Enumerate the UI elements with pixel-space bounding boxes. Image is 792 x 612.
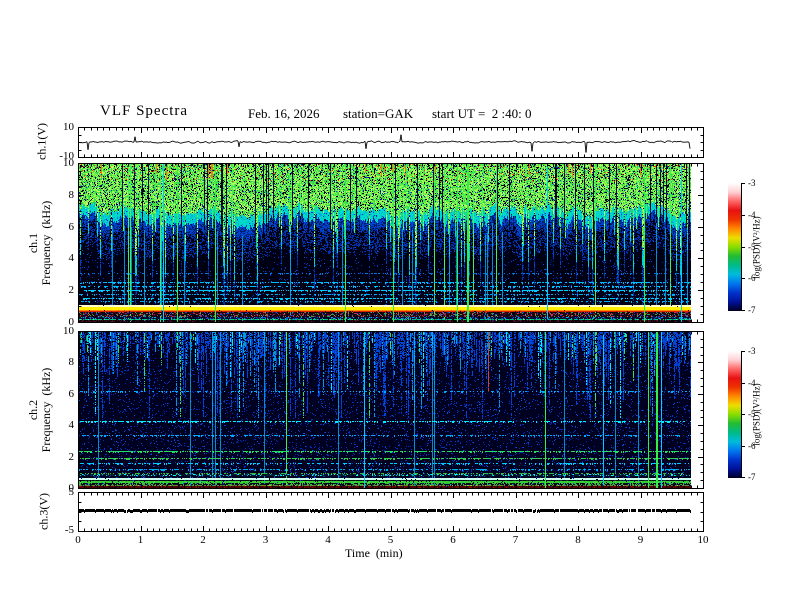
colorbar-tick-label: -4 [748,377,756,388]
ch2-spectrogram-canvas [78,331,704,489]
colorbar-tick-label: -4 [748,209,756,220]
colorbar-tick [741,246,745,248]
x-tick-label: 7 [512,534,519,546]
colorbar-tick [741,445,745,447]
colorbar-tick-label: -5 [748,409,756,419]
x-tick-label: 4 [325,534,331,546]
y-tick-label: 0 [68,482,75,494]
colorbar-tick [741,477,745,478]
ch3-waveform-canvas [78,492,704,532]
y-tick-label: 10 [63,325,74,337]
colorbar-tick [741,214,745,216]
y-tick-label: 4 [68,419,75,432]
ch2-label: ch.2 [26,399,40,421]
colorbar-ch2 [728,351,742,478]
x-tick-label: 5 [387,534,394,546]
colorbar-tick [741,414,745,415]
ch1-waveform-canvas [78,127,704,158]
y-tick-label: 10 [63,157,74,169]
colorbar-tick [741,183,745,184]
ch1-label: ch.1 [26,232,40,254]
y-tick-label: 2 [68,284,75,297]
y-tick-label: 6 [68,220,75,233]
ch1-spec-ylabel: ch.1 Frequency (kHz) [26,163,53,323]
colorbar-tick-label: -6 [748,273,756,284]
colorbar-tick [741,310,745,311]
colorbar-tick [741,351,745,352]
x-tick-label: 9 [637,534,644,546]
y-tick-label: 2 [68,450,75,463]
figure-title: VLF Spectra [100,103,189,119]
colorbar-tick-label: -3 [748,178,756,188]
colorbar-tick-label: -7 [748,472,756,482]
y-tick-label: 6 [68,387,75,400]
y-tick-label: 8 [68,356,75,369]
ch3-wave-ylabel: ch.3(V) [36,493,51,530]
colorbar-tick [741,382,745,384]
x-tick-label: 3 [262,534,269,546]
x-tick-label: 1 [137,534,144,546]
y-tick-label: 8 [68,188,75,201]
ch1-spectrogram-canvas [78,163,704,323]
x-tick-label: 6 [450,534,456,546]
ch2-frequency-label: Frequency (kHz) [39,367,53,453]
station-label: station=GAK [343,106,414,121]
x-tick-label: 2 [200,534,206,546]
date-label: Feb. 16, 2026 [248,106,320,121]
colorbar-tick-label: -5 [748,241,756,252]
x-tick-label: 10 [697,534,709,546]
colorbar-ch1 [728,183,742,311]
ch1-frequency-label: Frequency (kHz) [39,200,53,286]
colorbar-tick-label: -6 [748,440,756,451]
y-tick-label: 4 [68,252,75,265]
time-axis-label: Time (min) [345,546,403,560]
colorbar-tick-label: -3 [748,346,756,356]
vlf-spectra-figure: VLF Spectra Feb. 16, 2026 station=GAK st… [0,0,792,612]
colorbar-tick-label: -7 [748,305,756,315]
ch1-wave-ymax-label: 10 [63,121,74,133]
x-tick-label: 0 [75,534,81,546]
x-tick-label: 8 [575,534,581,546]
start-ut-label: start UT = 2 :40: 0 [432,106,532,121]
colorbar-tick [741,278,745,280]
